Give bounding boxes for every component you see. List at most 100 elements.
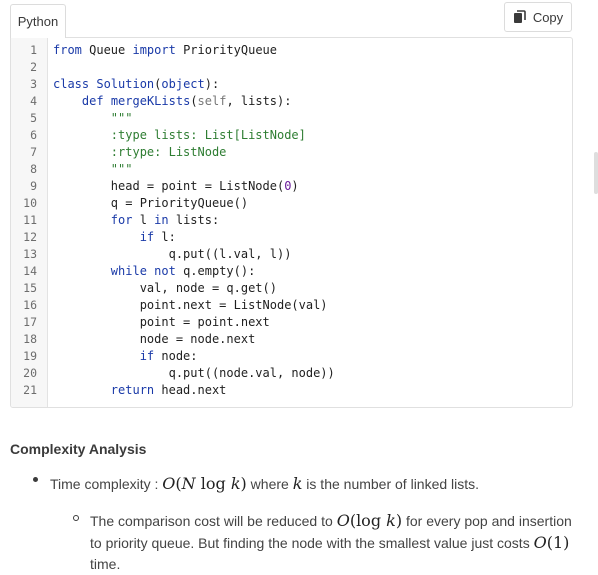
code-token: ( <box>190 94 198 108</box>
line-number: 3 <box>30 77 37 91</box>
code-line: if l: <box>53 229 572 246</box>
line-number: 16 <box>23 298 37 312</box>
code-token: :type lists: List[ListNode] <box>110 128 306 142</box>
line-number: 15 <box>23 281 37 295</box>
code-token: object <box>161 77 205 91</box>
math-expression: O(1) <box>533 533 570 552</box>
code-line: while not q.empty(): <box>53 263 572 280</box>
code-line: class Solution(object): <box>53 76 572 93</box>
code-line: head = point = ListNode(0) <box>53 178 572 195</box>
code-token: , lists): <box>226 94 292 108</box>
code-line: node = node.next <box>53 331 572 348</box>
copy-button[interactable]: Copy <box>504 2 572 32</box>
bullet-disc <box>33 477 38 482</box>
code-token: while <box>110 264 147 278</box>
code-line: :rtype: ListNode <box>53 144 572 161</box>
code-token: """ <box>110 111 133 125</box>
code-token: mergeKLists <box>110 94 191 108</box>
code-token: if <box>139 349 155 363</box>
line-number: 12 <box>23 230 37 244</box>
code-token: def <box>81 94 104 108</box>
code-token: q.put((l.val, l)) <box>53 247 292 261</box>
line-number: 8 <box>30 162 37 176</box>
code-token: in <box>154 213 169 227</box>
code-token: return <box>110 383 155 397</box>
code-content: from Queue import PriorityQueue class Sol… <box>53 42 572 399</box>
code-line: point = point.next <box>53 314 572 331</box>
code-token: q.empty(): <box>175 264 256 278</box>
line-number: 5 <box>30 111 37 125</box>
code-block: 1 2 3 4 5 6 7 8 9 10 11 12 13 14 15 16 17 18 19 20 21 from Q… <box>10 37 573 408</box>
code-token: not <box>154 264 176 278</box>
item-text: The comparison cost will be reduced to <box>90 513 337 529</box>
code-token: self <box>197 94 227 108</box>
code-token: point = point.next <box>53 315 270 329</box>
code-line: from Queue import PriorityQueue <box>53 42 572 59</box>
code-token: head.next <box>154 383 227 397</box>
code-token: lists: <box>168 213 220 227</box>
code-token: ) <box>291 179 299 193</box>
line-number: 14 <box>23 264 37 278</box>
code-token: class <box>53 77 90 91</box>
code-token: Queue <box>81 43 133 57</box>
code-token: head = point = ListNode( <box>53 179 285 193</box>
line-number: 10 <box>23 196 37 210</box>
time-complexity-item: Time complexity : O(N log k) where k is … <box>50 474 479 493</box>
section-heading: Complexity Analysis <box>10 441 147 457</box>
code-line: point.next = ListNode(val) <box>53 297 572 314</box>
code-token: import <box>132 43 176 57</box>
code-line: :type lists: List[ListNode] <box>53 127 572 144</box>
code-token: l <box>132 213 155 227</box>
math-expression: O(log k) <box>336 511 403 530</box>
code-token: point.next = ListNode(val) <box>53 298 328 312</box>
line-number: 6 <box>30 128 37 142</box>
code-token: val, node = q.get() <box>53 281 277 295</box>
copy-label: Copy <box>532 9 564 25</box>
scrollbar-thumb[interactable] <box>594 152 598 194</box>
line-number: 4 <box>30 94 37 108</box>
line-number: 18 <box>23 332 37 346</box>
code-line: for l in lists: <box>53 212 572 229</box>
code-token: PriorityQueue <box>175 43 277 57</box>
line-number: 1 <box>30 43 37 57</box>
line-number: 9 <box>30 179 37 193</box>
item-text: where <box>246 476 293 492</box>
item-text: Time complexity : <box>50 476 163 492</box>
code-token: ): <box>204 77 220 91</box>
line-number: 7 <box>30 145 37 159</box>
comparison-cost-item: The comparison cost will be reduced to O… <box>90 510 575 575</box>
code-line: def mergeKLists(self, lists): <box>53 93 572 110</box>
code-token: if <box>139 230 155 244</box>
copy-icon <box>513 10 526 23</box>
code-token: node = node.next <box>53 332 256 346</box>
line-number-gutter: 1 2 3 4 5 6 7 8 9 10 11 12 13 14 15 16 17 18 19 20 21 <box>11 38 48 407</box>
code-line: q.put((l.val, l)) <box>53 246 572 263</box>
code-line: return head.next <box>53 382 572 399</box>
code-token: q.put((node.val, node)) <box>53 366 335 380</box>
line-number: 20 <box>23 366 37 380</box>
line-number: 11 <box>23 213 37 227</box>
code-token: Solution <box>96 77 155 91</box>
tab-label: Python <box>17 14 59 29</box>
code-token: node: <box>154 349 198 363</box>
code-line: if node: <box>53 348 572 365</box>
math-variable: k <box>292 474 303 493</box>
code-token: """ <box>110 162 133 176</box>
item-text: is the number of linked lists. <box>302 476 480 492</box>
line-number: 21 <box>23 383 37 397</box>
line-number: 13 <box>23 247 37 261</box>
item-text: time. <box>90 556 121 572</box>
code-token: :rtype: ListNode <box>110 145 227 159</box>
tab-python[interactable]: Python <box>10 4 66 38</box>
